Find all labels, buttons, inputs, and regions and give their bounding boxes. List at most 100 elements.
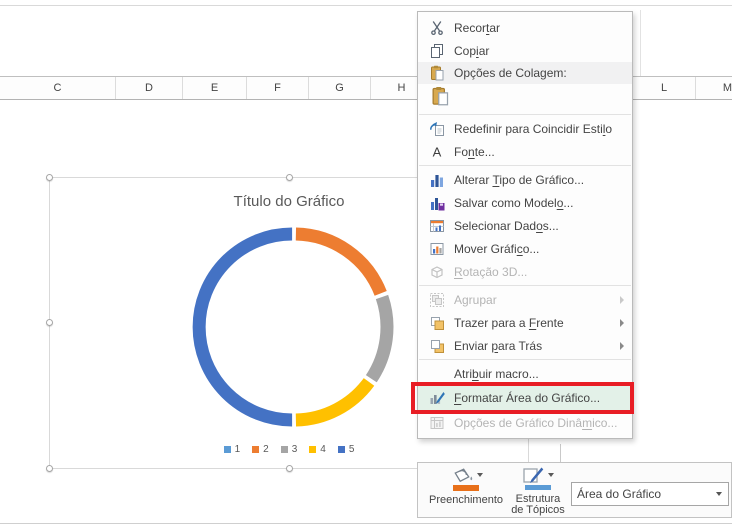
legend-label: 1 — [235, 444, 241, 455]
legend-label: 4 — [320, 444, 326, 455]
menu-item-formatar-area-do-grafico[interactable]: Formatar Área do Gráfico... — [418, 385, 632, 411]
menu-item-label: Formatar Área do Gráfico... — [454, 391, 600, 405]
menu-separator — [419, 285, 631, 286]
svg-text:A: A — [433, 144, 442, 159]
column-header-g[interactable]: G — [309, 77, 371, 99]
resize-handle-middle-left[interactable] — [46, 319, 53, 326]
menu-item-selecionar-dados[interactable]: Selecionar Dados... — [418, 214, 632, 237]
paste-option-button[interactable] — [427, 85, 453, 111]
menu-separator — [419, 359, 631, 360]
menu-item-label: Enviar para Trás — [454, 339, 542, 353]
menu-separator — [419, 114, 631, 115]
chart-element-dropdown-value: Área do Gráfico — [572, 487, 715, 501]
menu-item-trazer-para-a-frente[interactable]: Trazer para a Frente — [418, 311, 632, 334]
legend-item-2[interactable]: 2 — [252, 444, 269, 455]
legend-label: 3 — [292, 444, 298, 455]
context-menu: Recortar Copiar Opções de Colagem: Redefini… — [417, 11, 633, 439]
menu-item-label: Copiar — [454, 44, 489, 58]
menu-item-mover-grafico[interactable]: Mover Gráfico... — [418, 237, 632, 260]
resize-handle-bottom-left[interactable] — [46, 465, 53, 472]
rotation-3d-icon — [420, 264, 454, 280]
menu-item-recortar[interactable]: Recortar — [418, 16, 632, 39]
menu-item-label: Trazer para a Frente — [454, 316, 564, 330]
dropdown-caret-icon[interactable] — [548, 473, 554, 477]
formula-bar-divider — [0, 5, 732, 6]
menu-item-label: Opções de Gráfico Dinâmico... — [454, 416, 617, 430]
outline-color-bar — [525, 485, 551, 490]
paste-options-row — [418, 84, 632, 112]
dropdown-arrow-icon[interactable] — [716, 492, 722, 496]
submenu-arrow-icon — [620, 342, 624, 350]
outline-button-label: Estrutura de Tópicos — [511, 494, 565, 516]
donut-segment-4[interactable] — [199, 234, 292, 420]
legend-marker — [224, 446, 231, 453]
group-icon — [420, 292, 454, 308]
menu-item-label: Alterar Tipo de Gráfico... — [454, 173, 584, 187]
donut-segment-1[interactable] — [296, 234, 381, 293]
menu-item-rotacao-3d: Rotação 3D... — [418, 260, 632, 283]
pivot-chart-options-icon — [420, 415, 454, 431]
column-header-c[interactable]: C — [0, 77, 116, 99]
outline-button[interactable]: Estrutura de Tópicos — [506, 466, 570, 516]
pane-divider — [640, 10, 641, 76]
menu-item-alterar-tipo-de-grafico[interactable]: Alterar Tipo de Gráfico... — [418, 168, 632, 191]
menu-item-atribuir-macro[interactable]: Atribuir macro... — [418, 362, 632, 385]
menu-item-agrupar: Agrupar — [418, 288, 632, 311]
donut-segment-2[interactable] — [371, 297, 387, 379]
column-header-f[interactable]: F — [247, 77, 309, 99]
reset-style-icon — [420, 121, 454, 137]
dropdown-caret-icon[interactable] — [477, 473, 483, 477]
fill-color-bar — [453, 485, 479, 491]
resize-handle-top-left[interactable] — [46, 174, 53, 181]
submenu-arrow-icon — [620, 296, 624, 304]
font-icon: A — [420, 144, 454, 160]
menu-item-label: Salvar como Modelo... — [454, 196, 573, 210]
move-chart-icon — [420, 241, 454, 257]
legend-item-3[interactable]: 3 — [281, 444, 298, 455]
legend-marker — [309, 446, 316, 453]
fill-button-label: Preenchimento — [429, 495, 503, 506]
menu-item-label: Redefinir para Coincidir Estilo — [454, 122, 612, 136]
menu-item-redefinir-para-coincidir-estilo[interactable]: Redefinir para Coincidir Estilo — [418, 117, 632, 140]
menu-item-label: Mover Gráfico... — [454, 242, 539, 256]
menu-item-label: Fonte... — [454, 145, 495, 159]
menu-item-enviar-para-tras[interactable]: Enviar para Trás — [418, 334, 632, 357]
donut-segment-3[interactable] — [296, 382, 369, 420]
paste-icon — [420, 65, 454, 81]
column-header-e[interactable]: E — [183, 77, 247, 99]
resize-handle-top-middle[interactable] — [286, 174, 293, 181]
mini-toolbar: Preenchimento Estrutura de Tópicos Área … — [417, 462, 732, 518]
column-header-m[interactable]: M — [696, 77, 732, 99]
send-to-back-icon — [420, 338, 454, 354]
legend-item-5[interactable]: 5 — [338, 444, 355, 455]
legend-marker — [281, 446, 288, 453]
menu-item-opcoes-de-grafico-dinamico: Opções de Gráfico Dinâmico... — [418, 411, 632, 434]
copy-icon — [420, 43, 454, 59]
menu-item-salvar-como-modelo[interactable]: Salvar como Modelo... — [418, 191, 632, 214]
menu-item-label: Recortar — [454, 21, 500, 35]
legend-item-1[interactable]: 1 — [224, 444, 241, 455]
column-header-l[interactable]: L — [633, 77, 696, 99]
chart-element-dropdown[interactable]: Área do Gráfico — [571, 482, 729, 506]
chart-legend[interactable]: 1 2 3 4 5 — [50, 444, 528, 455]
paste-large-icon — [430, 86, 450, 111]
submenu-arrow-icon — [620, 319, 624, 327]
menu-item-label: Agrupar — [454, 293, 497, 307]
legend-item-4[interactable]: 4 — [309, 444, 326, 455]
menu-item-copiar[interactable]: Copiar — [418, 39, 632, 62]
legend-label: 5 — [349, 444, 355, 455]
legend-marker — [338, 446, 345, 453]
legend-label: 2 — [263, 444, 269, 455]
gridline-fragment — [560, 444, 561, 462]
change-chart-type-icon — [420, 172, 454, 188]
menu-item-fonte[interactable]: A Fonte... — [418, 140, 632, 163]
save-template-icon — [420, 195, 454, 211]
menu-item-label: Opções de Colagem: — [454, 66, 567, 80]
bring-to-front-icon — [420, 315, 454, 331]
column-header-d[interactable]: D — [116, 77, 183, 99]
fill-button[interactable]: Preenchimento — [422, 466, 510, 516]
menu-item-label: Selecionar Dados... — [454, 219, 559, 233]
format-chart-area-icon — [420, 390, 454, 406]
menu-separator — [419, 165, 631, 166]
resize-handle-bottom-middle[interactable] — [286, 465, 293, 472]
